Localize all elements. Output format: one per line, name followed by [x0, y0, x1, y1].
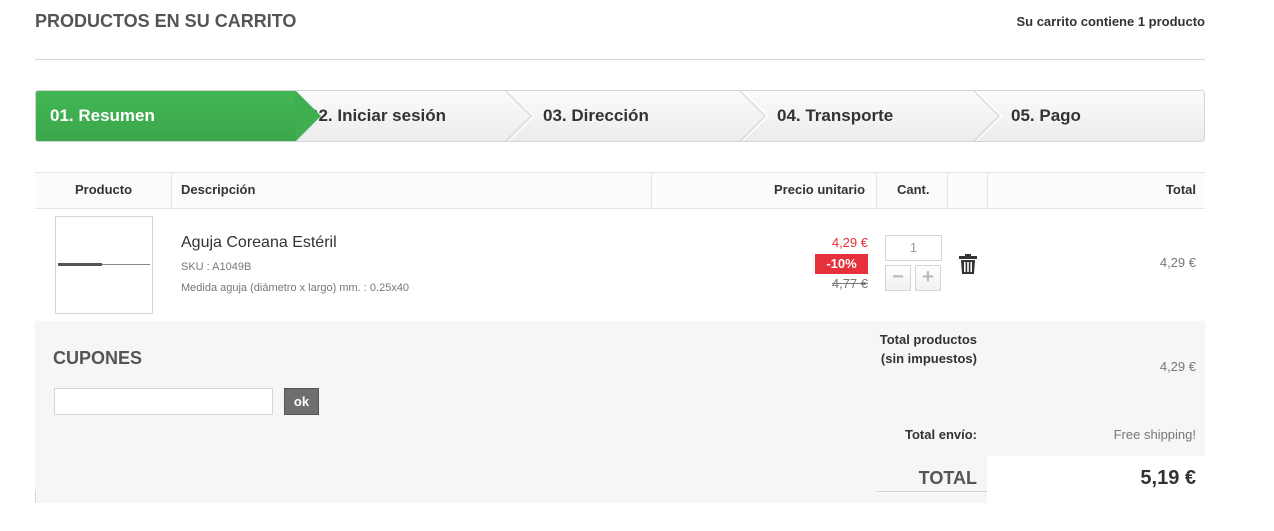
- step-direccion[interactable]: 03. Dirección: [507, 91, 741, 141]
- total-label: TOTAL: [918, 468, 977, 488]
- total-value: 5,19 €: [1140, 467, 1196, 489]
- cart-count: Su carrito contiene 1 producto: [1016, 14, 1205, 29]
- column-divider: [987, 173, 988, 209]
- col-total: Total: [1165, 182, 1196, 197]
- col-producto: Producto: [75, 182, 133, 197]
- col-precio-unitario: Precio unitario: [774, 182, 866, 197]
- column-divider: [876, 173, 877, 209]
- total-products-value: 4,29 €: [1159, 359, 1196, 374]
- quantity-plus-button[interactable]: +: [915, 265, 941, 291]
- product-attribute[interactable]: Medida aguja (diámetro x largo) mm. : 0.…: [181, 282, 409, 294]
- divider: [35, 491, 36, 503]
- price-discounted: 4,29 €: [831, 235, 868, 250]
- row-total: 4,29 €: [1159, 255, 1196, 270]
- discount-badge: -10%: [815, 254, 868, 274]
- coupons-title: CUPONES: [53, 348, 143, 368]
- step-pago[interactable]: 05. Pago: [975, 91, 1204, 141]
- product-sku: SKU : A1049B: [181, 261, 252, 273]
- column-divider: [171, 173, 172, 209]
- quantity-minus-button[interactable]: −: [885, 265, 911, 291]
- coupon-ok-button[interactable]: ok: [284, 388, 319, 415]
- trash-icon[interactable]: [959, 254, 977, 274]
- product-name[interactable]: Aguja Coreana Estéril: [181, 234, 337, 252]
- coupon-input[interactable]: [54, 388, 273, 415]
- col-descripcion: Descripción: [181, 182, 256, 197]
- product-image[interactable]: [55, 216, 153, 314]
- checkout-steps: 01. Resumen 02. Iniciar sesión 03. Direc…: [35, 90, 1205, 142]
- divider: [35, 59, 1205, 60]
- total-products-label: Total productos (sin impuestos): [879, 332, 977, 366]
- table-header: Producto Descripción Precio unitario Can…: [35, 172, 1205, 209]
- divider: [876, 491, 987, 492]
- column-divider: [947, 173, 948, 209]
- col-cantidad: Cant.: [897, 182, 930, 197]
- step-arrow: [295, 91, 321, 141]
- step-transporte[interactable]: 04. Transporte: [741, 91, 975, 141]
- shipping-value: Free shipping!: [1113, 427, 1196, 442]
- page-title: PRODUCTOS EN SU CARRITO: [35, 11, 297, 31]
- needle-image: [58, 263, 150, 266]
- column-divider: [651, 173, 652, 209]
- quantity-input[interactable]: 1: [885, 235, 942, 261]
- step-resumen[interactable]: 01. Resumen: [36, 91, 296, 141]
- price-original: 4,77 €: [831, 276, 868, 291]
- shipping-label: Total envío:: [905, 427, 977, 442]
- cart-page: PRODUCTOS EN SU CARRITO Su carrito conti…: [0, 0, 1274, 531]
